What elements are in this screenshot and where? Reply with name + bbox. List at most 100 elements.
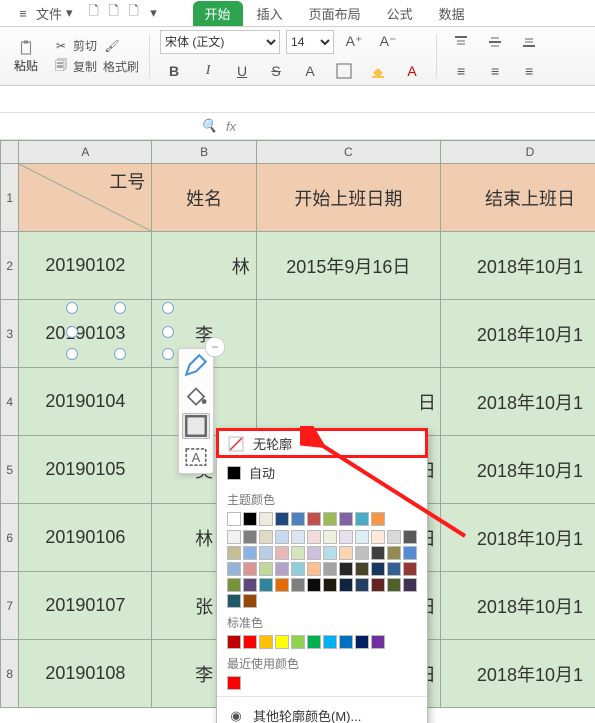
color-swatch[interactable] (371, 635, 385, 649)
color-swatch[interactable] (403, 578, 417, 592)
select-all-corner[interactable] (1, 141, 19, 164)
toolbar-icon-3[interactable]: 🗋 (125, 4, 143, 22)
color-swatch[interactable] (307, 530, 321, 544)
color-swatch[interactable] (339, 562, 353, 576)
color-swatch[interactable] (355, 562, 369, 576)
color-swatch[interactable] (387, 578, 401, 592)
color-swatch[interactable] (259, 546, 273, 560)
cell[interactable]: 2018年10月1 (440, 504, 595, 572)
format-painter-button[interactable]: 🖌 (103, 37, 139, 55)
cell-b1[interactable]: 姓名 (152, 164, 256, 232)
tab-insert[interactable]: 插入 (245, 1, 295, 26)
decrease-font-button[interactable]: A⁻ (374, 29, 402, 55)
color-swatch[interactable] (307, 512, 321, 526)
row-header[interactable]: 1 (1, 164, 19, 232)
underline-button[interactable]: U (228, 58, 256, 84)
align-bottom-button[interactable] (515, 29, 543, 55)
color-swatch[interactable] (291, 578, 305, 592)
color-swatch[interactable] (371, 546, 385, 560)
color-swatch[interactable] (307, 562, 321, 576)
color-swatch[interactable] (323, 562, 337, 576)
row-header[interactable]: 6 (1, 504, 19, 572)
color-swatch[interactable] (323, 578, 337, 592)
color-swatch[interactable] (227, 562, 241, 576)
color-swatch[interactable] (227, 530, 241, 544)
cell-a1[interactable]: 工号 (19, 164, 152, 232)
font-name-select[interactable]: 宋体 (正文) (160, 30, 280, 54)
font-color-button[interactable]: A (398, 58, 426, 84)
cell[interactable] (256, 300, 440, 368)
color-swatch[interactable] (275, 562, 289, 576)
color-swatch[interactable] (259, 578, 273, 592)
cell[interactable]: 20190107 (19, 572, 152, 640)
color-swatch[interactable] (355, 512, 369, 526)
align-right-button[interactable]: ≡ (515, 58, 543, 84)
col-header-b[interactable]: B (152, 141, 256, 164)
cell[interactable]: 2018年10月1 (440, 436, 595, 504)
color-swatch[interactable] (387, 530, 401, 544)
menu-file[interactable]: ≡ 文件 ▾ (4, 2, 83, 25)
auto-color-item[interactable]: 自动 (217, 458, 427, 487)
toolbar-icon-2[interactable]: 🗋 (105, 4, 123, 22)
color-swatch[interactable] (227, 594, 241, 608)
color-swatch[interactable] (307, 578, 321, 592)
paste-button[interactable]: 粘贴 (6, 39, 46, 74)
col-header-a[interactable]: A (19, 141, 152, 164)
bold-button[interactable]: B (160, 58, 188, 84)
color-swatch[interactable] (323, 635, 337, 649)
color-swatch[interactable] (339, 512, 353, 526)
color-swatch[interactable] (355, 635, 369, 649)
row-header[interactable]: 2 (1, 232, 19, 300)
color-swatch[interactable] (291, 562, 305, 576)
row-header[interactable]: 4 (1, 368, 19, 436)
cell[interactable]: 2018年10月1 (440, 572, 595, 640)
font-style-button[interactable]: A (296, 58, 324, 84)
color-swatch[interactable] (339, 635, 353, 649)
tab-formula[interactable]: 公式 (375, 1, 425, 26)
increase-font-button[interactable]: A⁺ (340, 29, 368, 55)
strike-button[interactable]: S (262, 58, 290, 84)
color-swatch[interactable] (291, 546, 305, 560)
color-swatch[interactable] (371, 578, 385, 592)
cell[interactable]: 2018年10月1 (440, 368, 595, 436)
color-swatch[interactable] (307, 635, 321, 649)
color-swatch[interactable] (291, 635, 305, 649)
text-tool-button[interactable]: A (183, 445, 209, 469)
color-swatch[interactable] (387, 546, 401, 560)
color-swatch[interactable] (323, 546, 337, 560)
cell[interactable]: 林 (152, 232, 256, 300)
row-header[interactable]: 5 (1, 436, 19, 504)
row-header[interactable]: 7 (1, 572, 19, 640)
color-swatch[interactable] (403, 546, 417, 560)
color-swatch[interactable] (227, 512, 241, 526)
cell[interactable]: 2018年10月1 (440, 232, 595, 300)
color-swatch[interactable] (355, 530, 369, 544)
tab-data[interactable]: 数据 (427, 1, 477, 26)
color-swatch[interactable] (355, 546, 369, 560)
fill-tool-button[interactable] (183, 383, 209, 407)
color-swatch[interactable] (371, 512, 385, 526)
color-swatch[interactable] (339, 546, 353, 560)
color-swatch[interactable] (227, 676, 241, 690)
color-swatch[interactable] (243, 635, 257, 649)
color-swatch[interactable] (275, 530, 289, 544)
color-swatch[interactable] (387, 562, 401, 576)
color-swatch[interactable] (339, 530, 353, 544)
cell[interactable]: 2015年9月16日 (256, 232, 440, 300)
color-swatch[interactable] (227, 546, 241, 560)
col-header-d[interactable]: D (440, 141, 595, 164)
color-swatch[interactable] (243, 546, 257, 560)
color-swatch[interactable] (291, 530, 305, 544)
color-swatch[interactable] (243, 578, 257, 592)
toolbar-more[interactable]: ▾ (145, 4, 163, 22)
cut-button[interactable]: ✂剪切 (52, 37, 97, 55)
color-swatch[interactable] (243, 530, 257, 544)
color-swatch[interactable] (243, 594, 257, 608)
col-header-c[interactable]: C (256, 141, 440, 164)
cell-d1[interactable]: 结束上班日 (440, 164, 595, 232)
color-swatch[interactable] (275, 635, 289, 649)
align-left-button[interactable]: ≡ (447, 58, 475, 84)
color-swatch[interactable] (275, 546, 289, 560)
color-swatch[interactable] (291, 512, 305, 526)
toolbar-icon-1[interactable]: 🗋 (85, 4, 103, 22)
